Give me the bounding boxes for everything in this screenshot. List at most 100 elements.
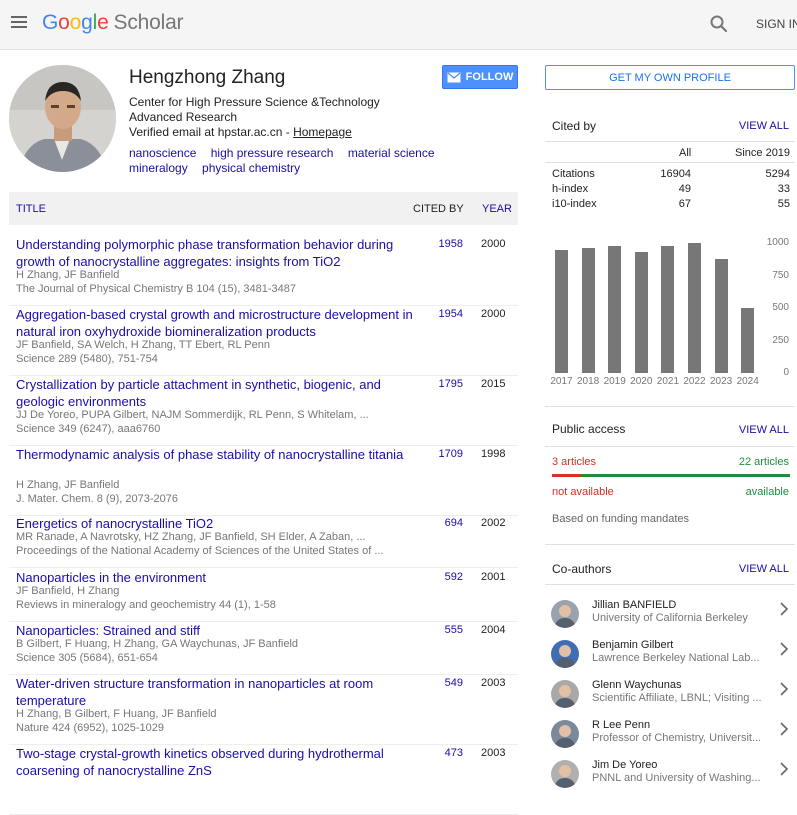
article-year: 2001: [481, 571, 506, 583]
cited-by-count-link[interactable]: 549: [413, 677, 463, 689]
cited-by-count-link[interactable]: 694: [413, 517, 463, 529]
table-row: Nanoparticles: Strained and stiff B Gilbe…: [9, 622, 518, 675]
coauthors-title: Co-authors: [552, 562, 612, 576]
profile-email: Verified email at hpstar.ac.cn - Homepag…: [129, 125, 352, 139]
coauthor-item[interactable]: Jillian BANFIELD University of California…: [545, 598, 795, 638]
article-title-link[interactable]: Understanding polymorphic phase transfor…: [16, 236, 416, 270]
interest-link[interactable]: physical chemistry: [202, 161, 300, 175]
cited-by-view-all-link[interactable]: VIEW ALL: [739, 120, 789, 132]
coauthor-item[interactable]: R Lee Penn Professor of Chemistry, Univer…: [545, 718, 795, 758]
stats-col-all: All: [679, 147, 692, 159]
coauthor-avatar: [551, 720, 579, 748]
table-row: Two-stage crystal-growth kinetics observ…: [9, 745, 518, 815]
chart-bar[interactable]: [714, 258, 728, 373]
cited-by-count-link[interactable]: 1954: [413, 308, 463, 320]
profile-name: Hengzhong Zhang: [129, 67, 286, 88]
interest-link[interactable]: high pressure research: [211, 146, 334, 160]
cited-by-count-link[interactable]: 473: [413, 747, 463, 759]
coauthor-avatar: [551, 760, 579, 788]
table-row: Crystallization by particle attachment i…: [9, 376, 518, 446]
chart-y-tick: 1000: [766, 237, 789, 248]
article-title-link[interactable]: Aggregation-based crystal growth and mic…: [16, 306, 416, 340]
article-venue: Proceedings of the National Academy of S…: [16, 545, 384, 557]
article-venue: Reviews in mineralogy and geochemistry 4…: [16, 599, 276, 611]
research-interests: nanoscience high pressure research mater…: [129, 146, 459, 176]
table-row: Thermodynamic analysis of phase stabilit…: [9, 446, 518, 516]
cited-by-count-link[interactable]: 1709: [413, 448, 463, 460]
interest-link[interactable]: material science: [348, 146, 435, 160]
articles-table-header: TITLE CITED BY YEAR: [9, 192, 518, 225]
article-year: 2000: [481, 308, 506, 320]
chart-bar[interactable]: [634, 252, 648, 373]
interest-link[interactable]: mineralogy: [129, 161, 188, 175]
article-authors: JJ De Yoreo, PUPA Gilbert, NAJM Sommerdi…: [16, 409, 369, 421]
stat-label: i10-index: [552, 198, 597, 210]
homepage-link[interactable]: Homepage: [293, 125, 352, 139]
follow-button[interactable]: FOLLOW: [442, 65, 518, 89]
stat-label: Citations: [552, 168, 595, 180]
coauthor-name: R Lee Penn: [592, 719, 651, 731]
menu-icon[interactable]: [11, 16, 27, 30]
article-year: 2002: [481, 517, 506, 529]
article-title-link[interactable]: Nanoparticles: Strained and stiff: [16, 622, 416, 639]
chart-bar[interactable]: [581, 248, 595, 373]
article-title-link[interactable]: Water-driven structure transformation in…: [16, 675, 416, 709]
google-scholar-logo[interactable]: Google Scholar: [42, 11, 184, 35]
article-year: 2003: [481, 747, 506, 759]
profile-affiliation: Center for High Pressure Science &Techno…: [129, 95, 380, 124]
coauthor-item[interactable]: Benjamin Gilbert Lawrence Berkeley Nation…: [545, 638, 795, 678]
chart-bar[interactable]: [555, 249, 568, 373]
divider: [545, 162, 795, 163]
chart-y-tick: 250: [772, 334, 789, 346]
article-title-link[interactable]: Two-stage crystal-growth kinetics observ…: [16, 745, 416, 779]
cited-by-count-link[interactable]: 592: [413, 571, 463, 583]
article-title-link[interactable]: Energetics of nanocrystalline TiO2: [16, 515, 416, 532]
article-venue: Science 349 (6247), aaa6760: [16, 423, 161, 435]
stat-since-value: 5294: [765, 168, 790, 180]
coauthor-item[interactable]: Glenn Waychunas Scientific Affiliate, LBN…: [545, 678, 795, 718]
coauthor-affiliation: Professor of Chemistry, Universit...: [592, 732, 762, 744]
coauthor-avatar: [551, 640, 579, 668]
cited-by-count-link[interactable]: 555: [413, 624, 463, 636]
search-icon[interactable]: [709, 14, 729, 34]
article-authors: H Zhang, B Gilbert, F Huang, JF Banfield: [16, 708, 217, 720]
article-authors: H Zhang, JF Banfield: [16, 479, 120, 491]
coauthor-item[interactable]: Jim De Yoreo PNNL and University of Washi…: [545, 758, 795, 798]
coauthor-name: Jim De Yoreo: [592, 759, 658, 771]
table-row: Water-driven structure transformation in…: [9, 675, 518, 745]
cited-by-count-link[interactable]: 1958: [413, 238, 463, 250]
public-access-view-all-link[interactable]: VIEW ALL: [739, 424, 789, 436]
cited-by-column-header[interactable]: CITED BY: [413, 203, 464, 215]
cited-by-count-link[interactable]: 1795: [413, 378, 463, 390]
available-count[interactable]: 22 articles: [739, 456, 789, 468]
article-venue: Science 305 (5684), 651-654: [16, 652, 158, 664]
top-bar: Google Scholar SIGN IN: [0, 0, 797, 50]
coauthor-affiliation: Scientific Affiliate, LBNL; Visiting ...: [592, 692, 762, 704]
stats-row: h-index 49 33: [552, 183, 790, 198]
article-title-link[interactable]: Thermodynamic analysis of phase stabilit…: [16, 446, 416, 463]
coauthors-view-all-link[interactable]: VIEW ALL: [739, 563, 789, 575]
chevron-right-icon: [780, 722, 789, 736]
article-venue: Science 289 (5480), 751-754: [16, 353, 158, 365]
coauthor-avatar: [551, 600, 579, 628]
chart-bar[interactable]: [661, 245, 675, 373]
sign-in-link[interactable]: SIGN IN: [756, 17, 797, 31]
title-column-header[interactable]: TITLE: [16, 203, 46, 215]
chevron-right-icon: [780, 602, 789, 616]
article-title-link[interactable]: Nanoparticles in the environment: [16, 569, 416, 586]
chart-x-label: 2018: [576, 376, 600, 387]
year-column-header[interactable]: YEAR: [482, 203, 512, 215]
get-my-own-profile-button[interactable]: GET MY OWN PROFILE: [545, 65, 795, 90]
chart-x-label: 2020: [630, 376, 653, 387]
divider: [545, 544, 795, 545]
chart-x-label: 2019: [603, 376, 626, 387]
article-title-link[interactable]: Crystallization by particle attachment i…: [16, 376, 416, 410]
interest-link[interactable]: nanoscience: [129, 146, 196, 160]
chart-x-label: 2021: [656, 376, 680, 387]
article-venue: J. Mater. Chem. 8 (9), 2073-2076: [16, 493, 179, 505]
not-available-count[interactable]: 3 articles: [552, 456, 596, 468]
chart-bar[interactable]: [688, 243, 701, 373]
article-year: 2003: [481, 677, 506, 689]
table-row: Energetics of nanocrystalline TiO2 MR Ran…: [9, 515, 518, 568]
chart-bar[interactable]: [608, 246, 622, 373]
